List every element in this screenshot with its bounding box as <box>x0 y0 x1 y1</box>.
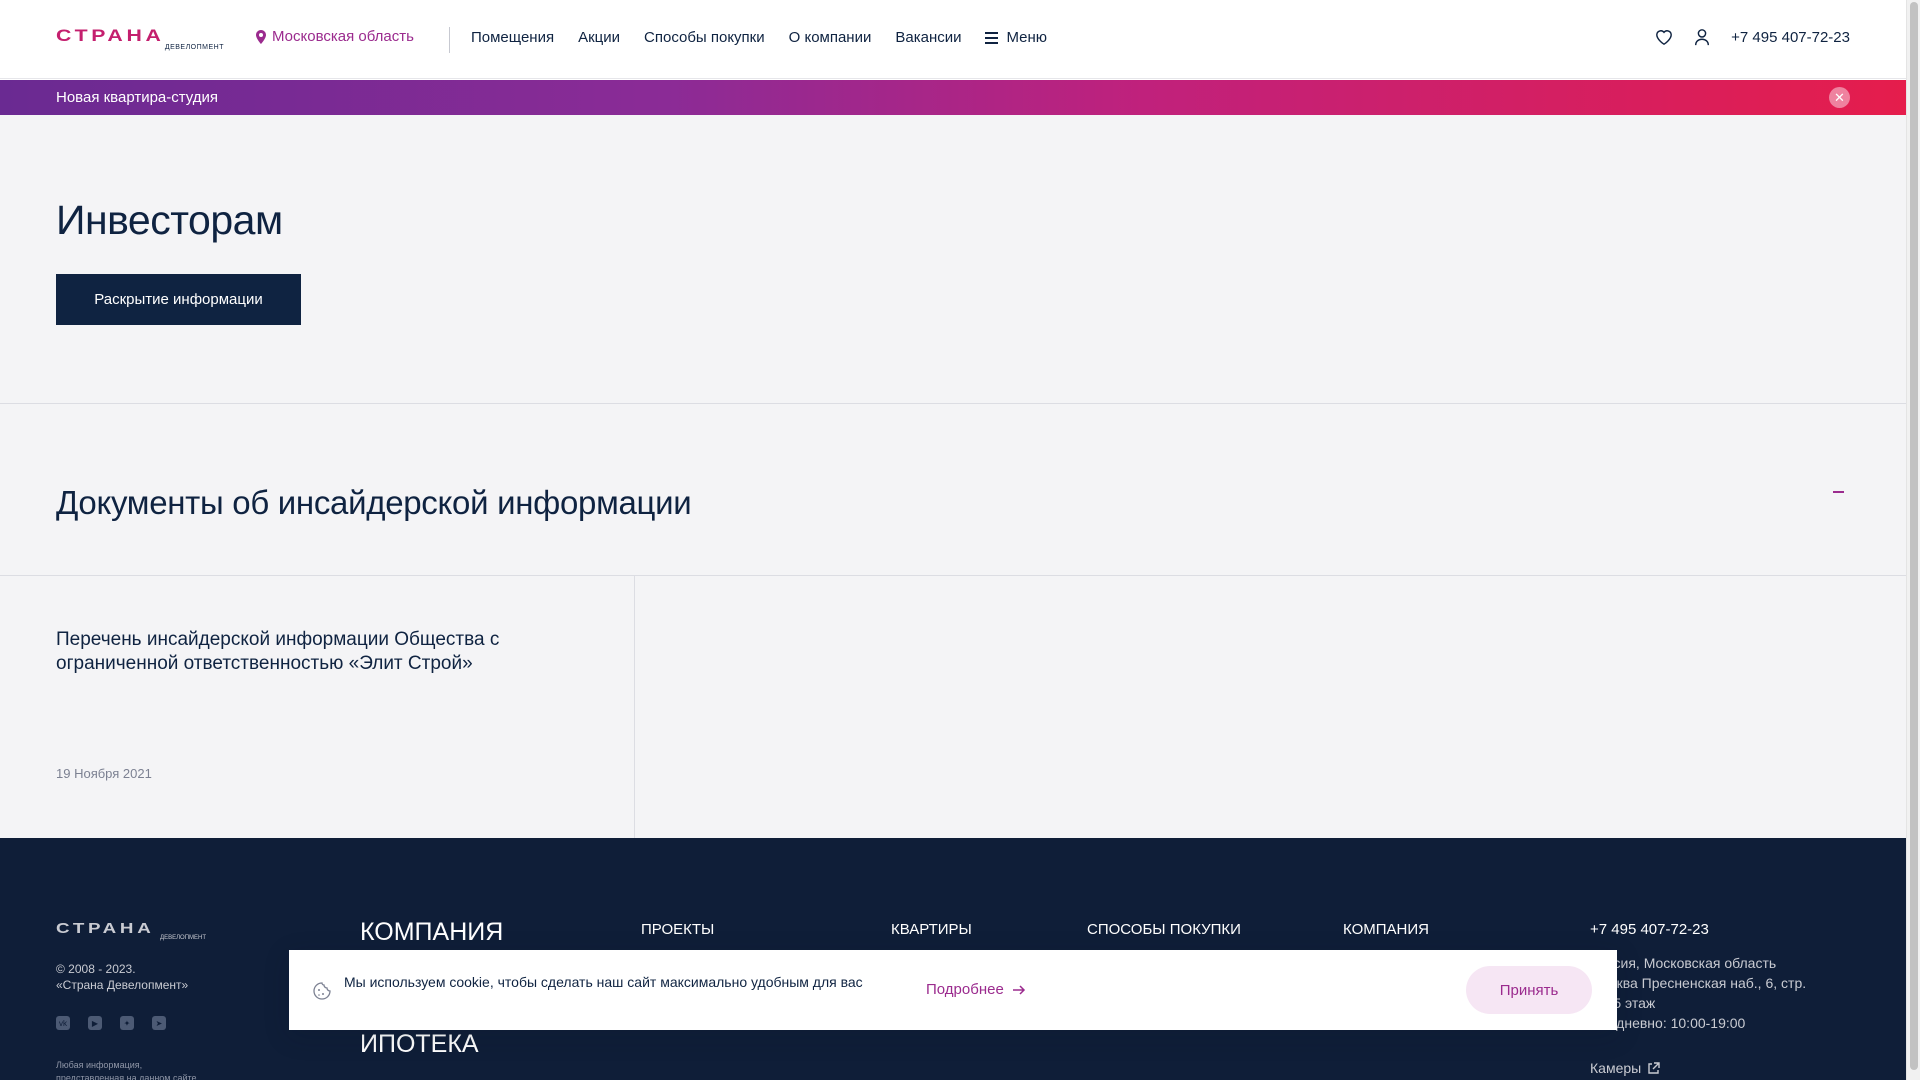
vk-icon[interactable]: vk <box>56 1016 70 1030</box>
insider-section-header[interactable]: Документы об инсайдерской информации <box>0 404 1906 576</box>
logo-subtitle: ДЕВЕЛОПМЕНТ <box>164 44 224 51</box>
page-title: Инвесторам <box>56 197 283 243</box>
footer-logo[interactable]: СТРАНА ДЕВЕЛОПМЕНТ <box>56 921 206 941</box>
region-label: Московская область <box>272 28 414 45</box>
cameras-label: Камеры <box>1590 1060 1642 1076</box>
logo[interactable]: СТРАНА ДЕВЕЛОПМЕНТ <box>56 27 224 51</box>
cookie-banner: Мы используем cookie, чтобы сделать наш … <box>289 950 1617 1030</box>
legal-line: Любая информация, <box>56 1060 143 1070</box>
logo-wordmark: СТРАНА <box>56 26 165 45</box>
footer-legal: Любая информация, представленная на данн… <box>56 1059 226 1080</box>
nav-item-premises[interactable]: Помещения <box>471 29 554 46</box>
document-card[interactable]: Перечень инсайдерской информации Обществ… <box>0 576 635 838</box>
address-line: Москва Пресненская наб., 6, стр. <box>1590 975 1807 991</box>
document-date: 19 Ноября 2021 <box>56 766 152 781</box>
footer-address: Россия, Московская область Москва Пресне… <box>1590 953 1806 1033</box>
cookie-more-link[interactable]: Подробнее <box>926 981 1026 998</box>
menu-button[interactable]: Меню <box>985 29 1047 46</box>
nav-item-about[interactable]: О компании <box>789 29 872 46</box>
nav-item-vacancies[interactable]: Вакансии <box>895 29 961 46</box>
site-header: СТРАНА ДЕВЕЛОПМЕНТ Московская область По… <box>0 0 1906 79</box>
dzen-icon[interactable]: ✦ <box>120 1016 134 1030</box>
footer-logo-wordmark: СТРАНА <box>56 920 155 937</box>
scrollbar[interactable] <box>1906 0 1920 1080</box>
disclosure-button[interactable]: Раскрытие информации <box>56 274 301 325</box>
main-nav: Помещения Акции Способы покупки О компан… <box>471 29 1047 46</box>
user-icon[interactable] <box>1693 28 1711 46</box>
copyright-company: «Страна Девелопмент» <box>56 978 189 992</box>
menu-label: Меню <box>1006 29 1048 46</box>
footer-col-company[interactable]: КОМПАНИЯ <box>1343 921 1429 938</box>
address-line: 2, 25 этаж <box>1590 995 1656 1011</box>
footer-col-purchase-methods[interactable]: СПОСОБЫ ПОКУПКИ <box>1087 921 1241 938</box>
cameras-link[interactable]: Камеры <box>1590 1060 1660 1076</box>
footer-link-company-big[interactable]: КОМПАНИЯ <box>360 918 503 947</box>
hamburger-icon <box>985 31 999 44</box>
promo-banner-text[interactable]: Новая квартира-студия <box>56 89 218 106</box>
heart-icon[interactable] <box>1655 28 1673 46</box>
footer-col-apartments[interactable]: КВАРТИРЫ <box>891 921 972 938</box>
telegram-icon[interactable]: ➤ <box>152 1016 166 1030</box>
insider-section-title: Документы об инсайдерской информации <box>56 484 692 521</box>
cookie-more-label: Подробнее <box>926 981 1004 998</box>
minus-icon[interactable] <box>1826 480 1850 504</box>
promo-banner[interactable]: Новая квартира-студия ✕ <box>0 80 1906 115</box>
nav-item-purchase-methods[interactable]: Способы покупки <box>644 29 765 46</box>
address-line: Россия, Московская область <box>1590 955 1777 971</box>
close-icon[interactable]: ✕ <box>1829 87 1850 108</box>
header-phone[interactable]: +7 495 407-72-23 <box>1731 29 1850 46</box>
external-link-icon <box>1648 1061 1660 1074</box>
youtube-icon[interactable]: ▶ <box>88 1016 102 1030</box>
header-divider <box>449 27 450 53</box>
footer-copyright: © 2008 - 2023. «Страна Девелопмент» <box>56 961 236 993</box>
copyright-line: © 2008 - 2023. <box>56 962 136 976</box>
cookie-accept-button[interactable]: Принять <box>1466 966 1592 1014</box>
arrow-right-icon <box>1012 984 1025 995</box>
documents-list: Перечень инсайдерской информации Обществ… <box>0 576 1906 838</box>
cookie-text: Мы используем cookie, чтобы сделать наш … <box>344 974 863 990</box>
footer-col-projects[interactable]: ПРОЕКТЫ <box>641 921 714 938</box>
working-hours: Ежедневно: 10:00-19:00 <box>1590 1015 1746 1031</box>
cookie-icon <box>313 982 331 1000</box>
scrollbar-thumb[interactable] <box>1910 2 1918 1070</box>
footer-link-mortgage[interactable]: ИПОТЕКА <box>360 1030 479 1059</box>
social-links: vk ▶ ✦ ➤ <box>56 1016 166 1030</box>
document-title[interactable]: Перечень инсайдерской информации Обществ… <box>56 628 576 676</box>
map-pin-icon <box>256 29 266 44</box>
legal-line: представленная на данном сайте <box>56 1073 197 1080</box>
investors-section: Инвесторам Раскрытие информации <box>0 115 1906 404</box>
region-selector[interactable]: Московская область <box>256 28 414 45</box>
footer-logo-subtitle: ДЕВЕЛОПМЕНТ <box>160 935 206 941</box>
footer-phone[interactable]: +7 495 407-72-23 <box>1590 921 1709 938</box>
header-actions: +7 495 407-72-23 <box>1655 28 1850 46</box>
nav-item-promotions[interactable]: Акции <box>578 29 620 46</box>
